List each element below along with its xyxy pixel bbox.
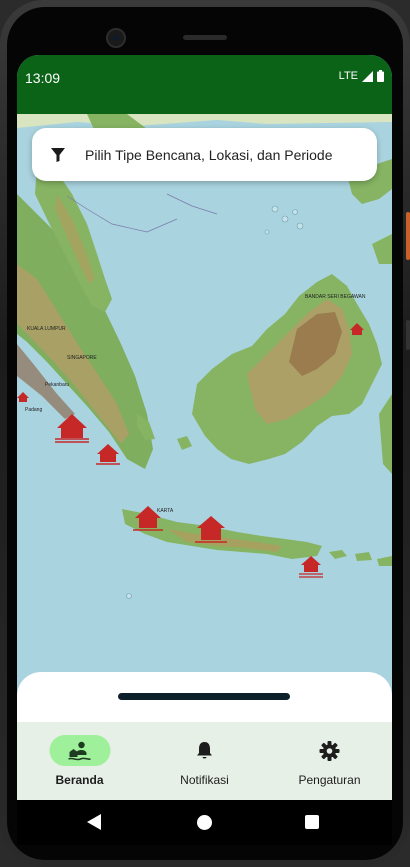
status-time: 13:09 xyxy=(25,70,61,86)
label-padang: Padang xyxy=(25,407,42,413)
back-icon[interactable] xyxy=(87,814,101,830)
filter-search-bar[interactable]: Pilih Tipe Bencana, Lokasi, dan Periode xyxy=(32,128,377,181)
volume-button xyxy=(406,212,410,260)
home-icon[interactable] xyxy=(197,815,212,830)
status-icons: LTE xyxy=(339,70,384,82)
label-pekanbaru: Pekanbaru xyxy=(45,382,69,388)
nav-item-notifikasi[interactable]: Notifikasi xyxy=(142,722,267,800)
system-navigation-bar xyxy=(17,800,392,845)
nav-label-beranda: Beranda xyxy=(55,773,104,787)
power-button xyxy=(406,320,410,350)
nav-pill-beranda xyxy=(49,735,110,766)
gear-icon xyxy=(319,740,340,761)
bottom-navigation: Beranda Notifikasi Pengaturan xyxy=(17,722,392,800)
earpiece xyxy=(183,35,227,40)
nav-pill-pengaturan xyxy=(299,735,360,766)
bell-icon xyxy=(197,742,212,759)
phone-frame: 13:09 LTE KUALA LUMPUR SINGAPORE BANDAR … xyxy=(0,0,410,867)
bottom-sheet-handle[interactable] xyxy=(118,693,290,700)
disaster-map[interactable]: KUALA LUMPUR SINGAPORE BANDAR SERI BEGAW… xyxy=(17,114,392,674)
disaster-home-icon xyxy=(68,741,91,760)
nav-item-pengaturan[interactable]: Pengaturan xyxy=(267,722,392,800)
nav-label-notifikasi: Notifikasi xyxy=(180,773,229,787)
nav-item-beranda[interactable]: Beranda xyxy=(17,722,142,800)
label-kuala-lumpur: KUALA LUMPUR xyxy=(27,326,66,332)
battery-icon xyxy=(377,70,384,82)
app-screen: 13:09 LTE KUALA LUMPUR SINGAPORE BANDAR … xyxy=(17,55,392,817)
filter-icon xyxy=(50,144,72,166)
bottom-sheet[interactable] xyxy=(17,672,392,727)
label-jakarta: KARTA xyxy=(157,508,174,514)
label-bandar-seri-begawan: BANDAR SERI BEGAWAN xyxy=(305,294,366,300)
filter-placeholder: Pilih Tipe Bencana, Lokasi, dan Periode xyxy=(85,146,333,163)
label-singapore: SINGAPORE xyxy=(67,355,97,361)
nav-label-pengaturan: Pengaturan xyxy=(298,773,361,787)
front-camera xyxy=(106,28,126,48)
status-bar: 13:09 LTE xyxy=(17,55,392,114)
recents-icon[interactable] xyxy=(305,815,319,829)
signal-icon xyxy=(362,70,373,82)
nav-pill-notifikasi xyxy=(174,735,235,766)
network-label: LTE xyxy=(338,70,358,82)
